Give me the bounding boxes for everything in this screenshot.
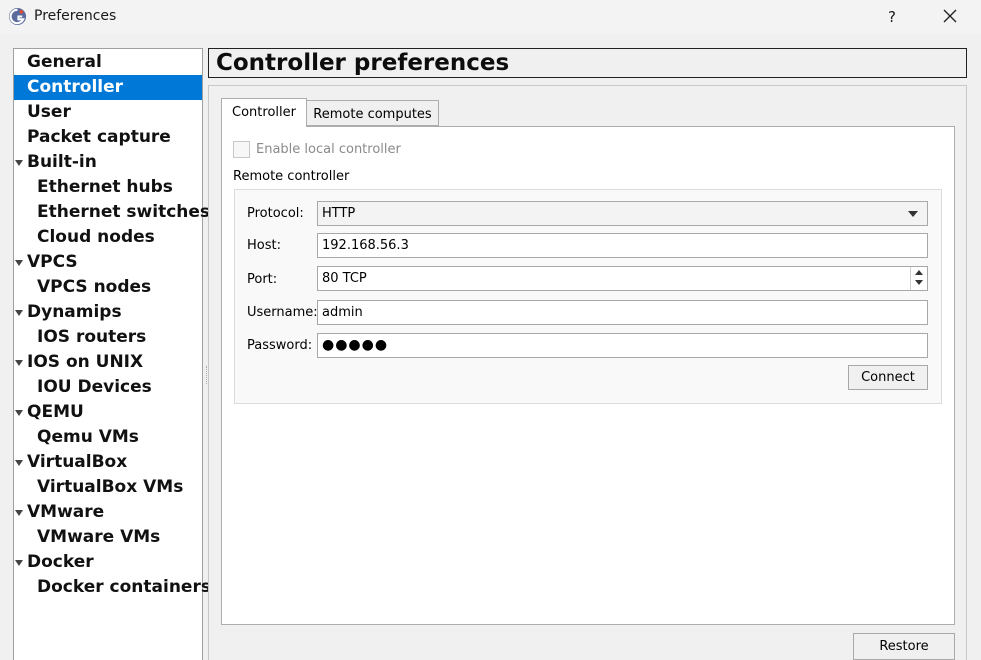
sidebar-item-label: VPCS nodes (37, 277, 152, 297)
sidebar-item-ios-routers[interactable]: IOS routers (14, 325, 202, 350)
sidebar-item-label: VirtualBox (27, 452, 128, 472)
password-label: Password: (247, 338, 313, 353)
help-button[interactable]: ? (876, 5, 908, 29)
restore-defaults-button[interactable]: Restore defaults (853, 633, 955, 660)
sidebar-item-label: Cloud nodes (37, 227, 155, 247)
protocol-label: Protocol: (247, 206, 304, 221)
sidebar-item-user[interactable]: User (14, 100, 202, 125)
protocol-value: HTTP (322, 206, 356, 221)
sidebar-item-ethernet-switches[interactable]: Ethernet switches (14, 200, 210, 225)
sidebar-item-label: Controller (27, 77, 124, 97)
sidebar-item-label: Docker containers (37, 577, 211, 597)
port-label: Port: (247, 272, 278, 287)
username-input[interactable]: admin (317, 300, 928, 325)
sidebar-item-qemu-vms[interactable]: Qemu VMs (14, 425, 202, 450)
spin-down-icon[interactable] (915, 280, 923, 285)
spin-up-icon[interactable] (915, 270, 923, 275)
sidebar-item-ethernet-hubs[interactable]: Ethernet hubs (14, 175, 202, 200)
sidebar-item-label: Ethernet switches (37, 202, 211, 222)
port-value: 80 TCP (322, 271, 367, 286)
sidebar-item-label: User (27, 102, 71, 122)
expand-arrow-icon[interactable] (15, 260, 23, 266)
sidebar-item-label: Dynamips (27, 302, 122, 322)
sidebar-item-packet-capture[interactable]: Packet capture (14, 125, 202, 150)
enable-local-controller-label: Enable local controller (256, 142, 401, 157)
expand-arrow-icon[interactable] (15, 410, 23, 416)
expand-arrow-icon[interactable] (15, 160, 23, 166)
sidebar-item-vpcs-nodes[interactable]: VPCS nodes (14, 275, 202, 300)
sidebar-item-label: IOU Devices (37, 377, 152, 397)
sidebar-item-label: Qemu VMs (37, 427, 139, 447)
sidebar-item-label: QEMU (27, 402, 84, 422)
expand-arrow-icon[interactable] (15, 510, 23, 516)
sidebar-item-label: Docker (27, 552, 94, 572)
sidebar-item-label: VirtualBox VMs (37, 477, 184, 497)
expand-arrow-icon[interactable] (15, 310, 23, 316)
sidebar-item-built-in[interactable]: Built-in (14, 150, 202, 175)
host-input[interactable]: 192.168.56.3 (317, 233, 928, 258)
sidebar-item-vmware[interactable]: VMware (14, 500, 202, 525)
sidebar-item-label: VMware VMs (37, 527, 161, 547)
sidebar-item-vmware-vms[interactable]: VMware VMs (14, 525, 202, 550)
sidebar-item-label: VMware (27, 502, 105, 522)
sidebar-item-label: General (27, 52, 102, 72)
username-label: Username: (247, 305, 318, 320)
sidebar-item-label: Built-in (27, 152, 97, 172)
tab-remote-computes[interactable]: Remote computes (307, 100, 439, 126)
expand-arrow-icon[interactable] (15, 360, 23, 366)
enable-local-controller-checkbox[interactable] (233, 141, 250, 158)
title-bar: Preferences ? (0, 0, 981, 34)
sidebar-item-cloud-nodes[interactable]: Cloud nodes (14, 225, 202, 250)
password-input[interactable]: ●●●●● (317, 333, 928, 358)
sidebar-item-dynamips[interactable]: Dynamips (14, 300, 202, 325)
sidebar-item-docker[interactable]: Docker (14, 550, 202, 575)
sidebar-item-controller[interactable]: Controller (14, 75, 202, 100)
sidebar-item-iou-devices[interactable]: IOU Devices (14, 375, 202, 400)
close-icon[interactable] (932, 3, 968, 29)
protocol-select[interactable]: HTTP (317, 201, 928, 226)
port-spin-buttons[interactable] (910, 267, 927, 290)
sidebar-item-docker-containers[interactable]: Docker containers (14, 575, 211, 600)
expand-arrow-icon[interactable] (15, 560, 23, 566)
expand-arrow-icon[interactable] (15, 460, 23, 466)
sidebar-item-vpcs[interactable]: VPCS (14, 250, 202, 275)
tab-controller[interactable]: Controller (221, 98, 307, 127)
remote-controller-group-title: Remote controller (233, 169, 350, 184)
sidebar-item-label: Ethernet hubs (37, 177, 173, 197)
gns3-logo-icon (8, 7, 27, 26)
chevron-down-icon[interactable] (908, 211, 918, 217)
sidebar-item-qemu[interactable]: QEMU (14, 400, 202, 425)
preferences-tree[interactable]: General Controller User Packet capture B… (13, 48, 211, 660)
sidebar-item-label: Packet capture (27, 127, 171, 147)
connect-button[interactable]: Connect (848, 365, 928, 390)
sidebar-item-label: IOS routers (37, 327, 147, 347)
port-spinbox[interactable]: 80 TCP (317, 266, 928, 291)
sidebar-item-virtualbox[interactable]: VirtualBox (14, 450, 202, 475)
sidebar-item-general[interactable]: General (14, 50, 202, 75)
sidebar-item-ios-on-unix[interactable]: IOS on UNIX (14, 350, 202, 375)
window-title: Preferences (34, 8, 117, 24)
page-title: Controller preferences (208, 48, 967, 78)
host-label: Host: (247, 238, 281, 253)
sidebar-item-label: IOS on UNIX (27, 352, 144, 372)
sidebar-item-label: VPCS (27, 252, 78, 272)
sidebar-item-virtualbox-vms[interactable]: VirtualBox VMs (14, 475, 202, 500)
